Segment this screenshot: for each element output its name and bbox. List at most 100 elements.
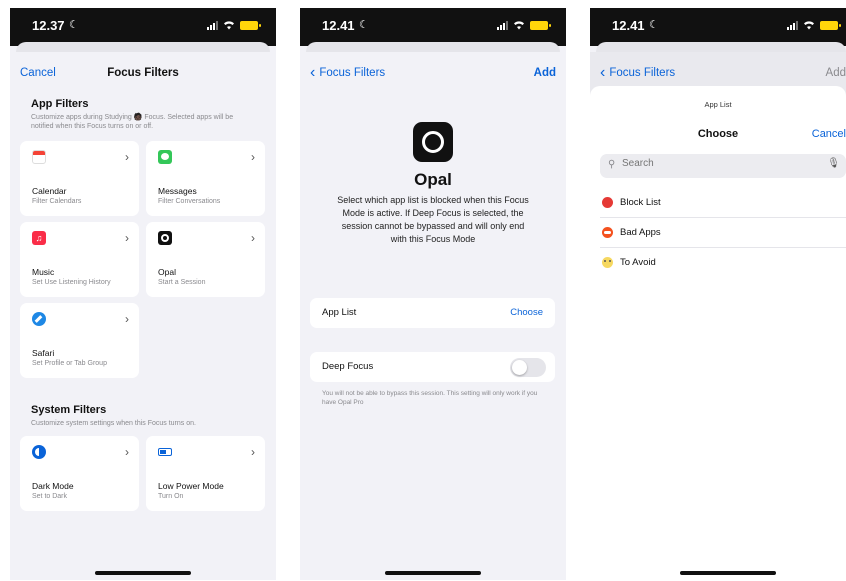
tile-name: Calendar [32,186,67,196]
tile-opal[interactable]: › Opal Start a Session [146,222,265,297]
emoji-face-icon [602,257,613,268]
back-button[interactable]: ‹ Focus Filters [310,64,386,81]
search-icon: ⚲ [608,159,616,170]
messages-icon [158,150,172,164]
chevron-right-icon: › [125,150,129,164]
moon-icon: ☾ [359,19,369,31]
tile-name: Dark Mode [32,481,74,491]
red-mask-icon [602,227,613,238]
tile-safari[interactable]: › Safari Set Profile or Tab Group [20,303,139,378]
search-input[interactable] [622,158,802,169]
chevron-right-icon: › [125,231,129,245]
tile-subtitle: Set Profile or Tab Group [32,360,107,367]
cancel-button[interactable]: Cancel [812,128,846,140]
battery-icon [240,21,261,30]
music-icon: ♫ [32,231,46,245]
tile-calendar[interactable]: › Calendar Filter Calendars [20,141,139,216]
choose-button[interactable]: Choose [510,307,543,318]
signal-icon [787,21,798,30]
app-filters-title: App Filters [31,98,89,110]
tile-name: Music [32,267,55,277]
back-button[interactable]: ‹ Focus Filters [600,64,676,81]
deep-focus-toggle[interactable] [510,358,546,377]
tile-subtitle: Filter Conversations [158,198,221,205]
system-filters-title: System Filters [31,404,107,416]
chevron-right-icon: › [125,445,129,459]
app-filters-subtitle: Customize apps during Studying 🧑🏿 Focus.… [31,114,234,130]
nav-bar: ‹ Focus Filters Add [300,52,566,96]
chevron-right-icon: › [251,231,255,245]
moon-icon: ☾ [69,19,79,31]
nav-bar: Cancel Focus Filters [10,52,276,96]
red-circle-icon [602,197,613,208]
home-indicator [385,571,481,575]
wifi-icon [224,21,234,30]
system-filters-subtitle: Customize system settings when this Focu… [31,420,196,427]
tile-subtitle: Filter Calendars [32,198,82,205]
signal-icon [207,21,218,30]
safari-icon [32,312,46,326]
tile-name: Messages [158,186,197,196]
screen-choose-app-list: 12.41 ☾ ‹ Focus Filters Add App List Choos… [590,8,846,580]
tile-music[interactable]: ♫ › Music Set Use Listening History [20,222,139,297]
chevron-right-icon: › [251,150,255,164]
wifi-icon [804,21,814,30]
tile-name: Safari [32,348,55,358]
screen-focus-filters: 12.37 ☾ Cancel Focus Filters App Filters … [10,8,276,580]
list-item-label: Bad Apps [620,227,661,238]
tile-low-power-mode[interactable]: › Low Power Mode Turn On [146,436,265,511]
battery-icon [530,21,551,30]
page-title: Focus Filters [107,67,179,79]
deep-focus-row: Deep Focus [310,352,555,382]
list-item-to-avoid[interactable]: To Avoid [600,248,846,278]
deep-focus-note: You will not be able to bypass this sess… [322,390,538,406]
status-time: 12.37 [32,18,65,33]
tile-subtitle: Set Use Listening History [32,279,111,286]
search-bar: ⚲ 🎙 [600,154,846,178]
status-bar: 12.41 ☾ [590,8,846,46]
tile-subtitle: Set to Dark [32,493,68,500]
deep-focus-label: Deep Focus [322,361,374,372]
calendar-icon [32,150,46,164]
microphone-icon[interactable]: 🎙 [827,158,840,169]
add-button[interactable]: Add [534,67,556,79]
status-time: 12.41 [322,18,355,33]
status-bar: 12.41 ☾ [300,8,566,46]
status-bar: 12.37 ☾ [10,8,276,46]
chevron-right-icon: › [251,445,255,459]
list-item-label: Block List [620,197,661,208]
home-indicator [95,571,191,575]
tile-dark-mode[interactable]: › Dark Mode Set to Dark [20,436,139,511]
status-time: 12.41 [612,18,645,33]
tile-name: Low Power Mode [158,481,224,491]
chevron-left-icon: ‹ [310,64,316,81]
opal-icon [158,231,172,245]
add-button[interactable]: Add [826,67,846,79]
screen-opal-filter: 12.41 ☾ ‹ Focus Filters Add Opal Select wh… [300,8,566,580]
tile-subtitle: Start a Session [158,279,206,286]
app-description: Select which app list is blocked when th… [337,195,529,244]
app-list-row[interactable]: App List Choose [310,298,555,328]
list-item-block-list[interactable]: Block List [600,188,846,218]
tile-name: Opal [158,267,176,277]
home-indicator [680,571,776,575]
back-label: Focus Filters [609,67,676,79]
app-list-label: App List [322,307,357,318]
app-name: Opal [414,170,452,189]
wifi-icon [514,21,524,30]
dark-mode-icon [32,445,46,459]
sheet-label: App List [704,100,732,109]
chevron-left-icon: ‹ [600,64,606,81]
chevron-right-icon: › [125,312,129,326]
moon-icon: ☾ [649,19,659,31]
list-item-label: To Avoid [620,257,656,268]
tile-subtitle: Turn On [158,493,184,500]
sheet-title: Choose [697,128,739,140]
back-label: Focus Filters [319,67,386,79]
battery-icon [158,445,172,459]
tile-messages[interactable]: › Messages Filter Conversations [146,141,265,216]
list-item-bad-apps[interactable]: Bad Apps [600,218,846,248]
battery-icon [820,21,841,30]
opal-logo-icon [413,122,453,162]
signal-icon [497,21,508,30]
